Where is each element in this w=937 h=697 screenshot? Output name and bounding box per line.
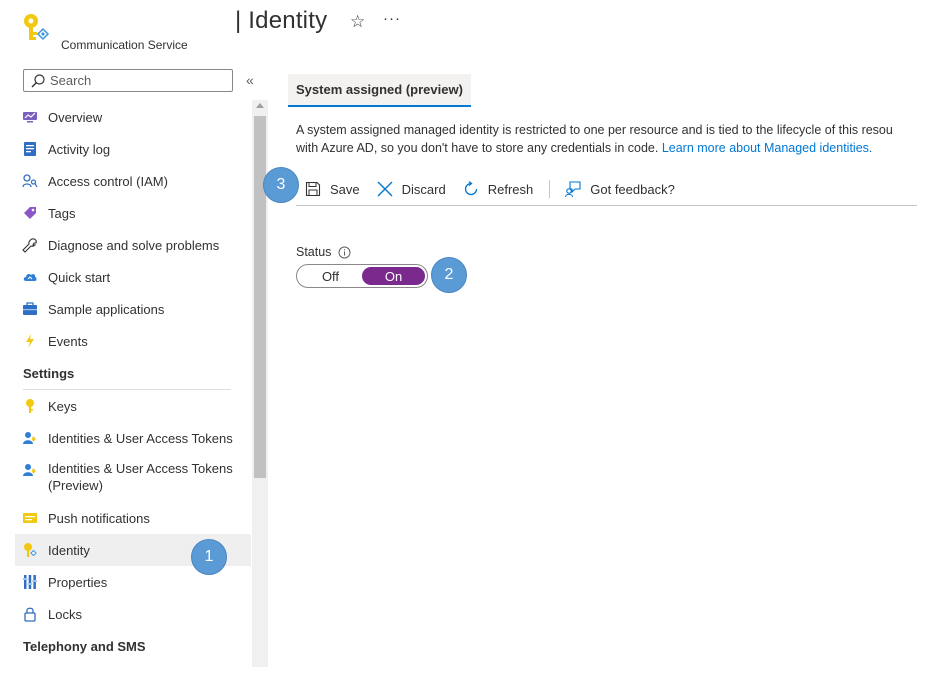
save-button[interactable]: Save <box>304 180 360 198</box>
sidebar-item-diagnose[interactable]: Diagnose and solve problems <box>15 229 251 261</box>
activity-log-icon <box>22 141 38 157</box>
sidebar-item-label: Diagnose and solve problems <box>48 237 220 253</box>
more-options-icon[interactable]: ··· <box>383 10 401 27</box>
refresh-label: Refresh <box>487 181 534 197</box>
sidebar-search[interactable] <box>23 69 233 92</box>
sidebar-item-tags[interactable]: Tags <box>15 197 251 229</box>
sidebar-item-events[interactable]: Events <box>15 325 251 357</box>
toolbar-separator <box>549 180 551 198</box>
push-notifications-icon <box>22 510 38 526</box>
sidebar-item-label: Identities & User Access Tokens <box>48 430 233 446</box>
callout-badge-1: 1 <box>191 539 227 575</box>
refresh-button[interactable]: Refresh <box>462 180 534 198</box>
feedback-button[interactable]: Got feedback? <box>564 180 675 198</box>
command-bar: Save Discard Refresh Got feedback? <box>296 173 917 206</box>
sidebar-item-label: Overview <box>48 109 103 125</box>
sidebar-nav: Overview Activity log Access control (IA… <box>15 101 251 660</box>
sidebar-item-quick-start[interactable]: Quick start <box>15 261 251 293</box>
telephony-heading: Telephony and SMS <box>23 639 146 654</box>
sidebar-item-access-control[interactable]: Access control (IAM) <box>15 165 251 197</box>
scroll-up-arrow-icon[interactable] <box>256 103 264 108</box>
callout-badge-3: 3 <box>263 167 299 203</box>
identity-icon <box>22 542 38 558</box>
sidebar-item-label: Events <box>48 333 88 349</box>
status-toggle[interactable]: Off On <box>296 264 428 288</box>
tag-icon <box>22 205 38 221</box>
overview-icon <box>22 109 38 125</box>
page-title: | Identity <box>235 7 328 34</box>
sidebar-item-label: Keys <box>48 398 77 414</box>
lock-icon <box>22 606 38 622</box>
identities-icon <box>22 430 38 446</box>
sidebar-item-locks[interactable]: Locks <box>15 598 251 630</box>
identities-icon <box>22 462 38 478</box>
callout-badge-2: 2 <box>431 257 467 293</box>
sidebar-item-sample-applications[interactable]: Sample applications <box>15 293 251 325</box>
communication-service-icon <box>20 12 52 48</box>
sidebar-scroll-thumb[interactable] <box>254 116 266 478</box>
learn-more-link[interactable]: Learn more about Managed identities. <box>662 141 873 155</box>
sidebar-item-label: Properties <box>48 574 108 590</box>
resource-type-label: Communication Service <box>61 38 188 52</box>
description-line-2: with Azure AD, so you don't have to stor… <box>296 139 921 157</box>
sidebar-item-label: Quick start <box>48 269 111 285</box>
tab-system-assigned[interactable]: System assigned (preview) <box>288 74 471 107</box>
sidebar-item-identities-tokens-preview[interactable]: Identities & User Access Tokens (Preview… <box>15 454 251 502</box>
description-line-2-text: with Azure AD, so you don't have to stor… <box>296 141 659 155</box>
lightning-icon <box>22 333 38 349</box>
identity-description: A system assigned managed identity is re… <box>296 121 921 157</box>
status-label: Status <box>296 245 351 259</box>
wrench-icon <box>22 237 38 253</box>
sidebar-item-overview[interactable]: Overview <box>15 101 251 133</box>
favorite-star-icon[interactable]: ☆ <box>350 12 365 32</box>
sidebar-item-label: Access control (IAM) <box>48 173 168 189</box>
settings-heading: Settings <box>23 366 75 381</box>
key-icon <box>22 398 38 414</box>
sidebar-item-identities-tokens[interactable]: Identities & User Access Tokens <box>15 422 251 454</box>
cloud-icon <box>22 269 38 285</box>
feedback-icon <box>564 180 582 198</box>
collapse-sidebar-icon[interactable]: « <box>246 72 254 88</box>
discard-button[interactable]: Discard <box>376 180 446 198</box>
sidebar-item-label: Locks <box>48 606 82 622</box>
properties-icon <box>22 574 38 590</box>
sidebar-item-label: Identity <box>48 542 90 558</box>
discard-label: Discard <box>401 181 446 197</box>
sidebar-item-push-notifications[interactable]: Push notifications <box>15 502 251 534</box>
access-control-icon <box>22 173 38 189</box>
sidebar-item-label: Identities & User Access Tokens (Preview… <box>48 461 233 493</box>
description-line-1: A system assigned managed identity is re… <box>296 123 893 137</box>
close-icon <box>376 180 394 198</box>
save-label: Save <box>330 181 360 197</box>
search-icon <box>31 73 45 87</box>
search-input[interactable] <box>50 73 220 88</box>
feedback-label: Got feedback? <box>590 181 675 197</box>
sidebar-item-label: Sample applications <box>48 301 165 317</box>
save-icon <box>304 180 322 198</box>
briefcase-icon <box>22 301 38 317</box>
status-off-option[interactable]: Off <box>299 267 362 285</box>
sidebar-item-label: Activity log <box>48 141 111 157</box>
status-label-text: Status <box>296 245 332 259</box>
sidebar-item-label: Push notifications <box>48 510 150 526</box>
status-on-option[interactable]: On <box>362 267 425 285</box>
sidebar-item-label: Tags <box>48 205 76 221</box>
sidebar-item-activity-log[interactable]: Activity log <box>15 133 251 165</box>
refresh-icon <box>462 180 480 198</box>
info-icon[interactable] <box>338 246 351 259</box>
sidebar-item-keys[interactable]: Keys <box>15 390 251 422</box>
